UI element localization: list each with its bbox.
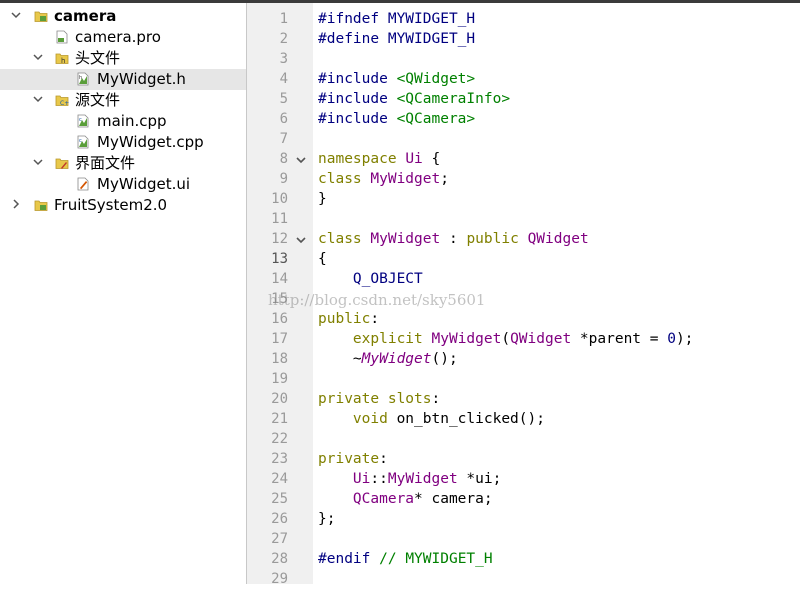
- line-number: 16: [271, 311, 288, 327]
- line-number: 22: [271, 431, 288, 447]
- tree-item[interactable]: camera: [0, 6, 246, 27]
- tree-item[interactable]: c main.cpp: [0, 111, 246, 132]
- tree-item[interactable]: C+ 源文件: [0, 90, 246, 111]
- code-line[interactable]: void on_btn_clicked();: [318, 409, 545, 429]
- code-line[interactable]: #ifndef MYWIDGET_H: [318, 9, 475, 29]
- line-number: 17: [271, 331, 288, 347]
- code-line[interactable]: private slots:: [318, 389, 440, 409]
- code-line[interactable]: Ui::MyWidget *ui;: [318, 469, 501, 489]
- code-line[interactable]: }: [318, 189, 327, 209]
- tree-item[interactable]: 界面文件: [0, 153, 246, 174]
- tree-item[interactable]: h MyWidget.h: [0, 69, 246, 90]
- line-number: 28: [271, 551, 288, 567]
- headers-folder-icon: h: [55, 51, 69, 65]
- code-line[interactable]: QCamera* camera;: [318, 489, 493, 509]
- line-number: 7: [279, 131, 288, 147]
- line-number: 26: [271, 511, 288, 527]
- line-number: 2: [279, 31, 288, 47]
- cpp-file-icon: c: [76, 135, 90, 149]
- code-line[interactable]: class MyWidget : public QWidget: [318, 229, 589, 249]
- line-number: 10: [271, 191, 288, 207]
- svg-text:c: c: [79, 138, 82, 144]
- line-number: 18: [271, 351, 288, 367]
- tree-item[interactable]: FruitSystem2.0: [0, 195, 246, 216]
- svg-text:h: h: [79, 75, 82, 81]
- code-line[interactable]: explicit MyWidget(QWidget *parent = 0);: [318, 329, 694, 349]
- line-number: 23: [271, 451, 288, 467]
- code-line[interactable]: #define MYWIDGET_H: [318, 29, 475, 49]
- project-folder-icon: [34, 9, 48, 23]
- tree-item-label: camera.pro: [75, 28, 161, 46]
- chevron-down-icon[interactable]: [32, 92, 44, 106]
- forms-folder-icon: [55, 156, 69, 170]
- fold-chevron-icon[interactable]: [294, 232, 308, 246]
- tree-item-label: camera: [54, 7, 117, 25]
- line-number: 25: [271, 491, 288, 507]
- code-line[interactable]: #endif // MYWIDGET_H: [318, 549, 493, 569]
- code-line[interactable]: private:: [318, 449, 388, 469]
- tree-item[interactable]: camera.pro: [0, 27, 246, 48]
- chevron-down-icon[interactable]: [10, 8, 22, 22]
- line-number: 14: [271, 271, 288, 287]
- line-number: 29: [271, 571, 288, 587]
- chevron-down-icon[interactable]: [32, 50, 44, 64]
- code-line[interactable]: public:: [318, 309, 379, 329]
- tree-item-label: main.cpp: [97, 112, 167, 130]
- tree-item-label: MyWidget.h: [97, 70, 186, 88]
- code-line[interactable]: {: [318, 249, 327, 269]
- svg-text:c: c: [79, 117, 82, 123]
- line-number: 9: [279, 171, 288, 187]
- ui-file-icon: [76, 177, 90, 191]
- tree-item-label: MyWidget.ui: [97, 175, 191, 193]
- tree-item-label: 头文件: [75, 49, 121, 67]
- watermark-text: http://blog.csdn.net/sky5601: [268, 291, 486, 309]
- code-line[interactable]: namespace Ui {: [318, 149, 440, 169]
- line-number: 11: [271, 211, 288, 227]
- tree-item[interactable]: MyWidget.ui: [0, 174, 246, 195]
- line-number: 6: [279, 111, 288, 127]
- line-number: 1: [279, 11, 288, 27]
- code-line[interactable]: };: [318, 509, 335, 529]
- line-number: 24: [271, 471, 288, 487]
- code-line[interactable]: #include <QCameraInfo>: [318, 89, 510, 109]
- tree-item[interactable]: h 头文件: [0, 48, 246, 69]
- chevron-right-icon[interactable]: [10, 197, 22, 211]
- line-number: 12: [271, 231, 288, 247]
- line-number: 20: [271, 391, 288, 407]
- line-number: 8: [279, 151, 288, 167]
- pro-file-icon: [55, 30, 69, 44]
- tree-item-label: FruitSystem2.0: [54, 196, 168, 214]
- cpp-file-icon: c: [76, 114, 90, 128]
- line-number: 3: [279, 51, 288, 67]
- chevron-down-icon[interactable]: [32, 155, 44, 169]
- code-line[interactable]: ~MyWidget();: [318, 349, 458, 369]
- line-number: 27: [271, 531, 288, 547]
- tree-item-label: MyWidget.cpp: [97, 133, 204, 151]
- line-number: 13: [271, 251, 288, 267]
- header-file-icon: h: [76, 72, 90, 86]
- code-line[interactable]: Q_OBJECT: [318, 269, 423, 289]
- line-number: 4: [279, 71, 288, 87]
- tree-item[interactable]: c MyWidget.cpp: [0, 132, 246, 153]
- line-number: 5: [279, 91, 288, 107]
- tree-item-label: 界面文件: [75, 154, 136, 172]
- code-line[interactable]: class MyWidget;: [318, 169, 449, 189]
- project-folder-icon: [34, 198, 48, 212]
- code-line[interactable]: #include <QCamera>: [318, 109, 475, 129]
- line-number: 19: [271, 371, 288, 387]
- line-number: 21: [271, 411, 288, 427]
- svg-text:C+: C+: [60, 100, 69, 107]
- fold-chevron-icon[interactable]: [294, 152, 308, 166]
- sources-folder-icon: C+: [55, 93, 69, 107]
- code-line[interactable]: #include <QWidget>: [318, 69, 475, 89]
- tree-item-label: 源文件: [75, 91, 121, 109]
- svg-text:h: h: [61, 57, 65, 65]
- project-tree: camera camera.pro h 头文件 h MyWidget.h C+ 源文件 c mai…: [0, 3, 246, 584]
